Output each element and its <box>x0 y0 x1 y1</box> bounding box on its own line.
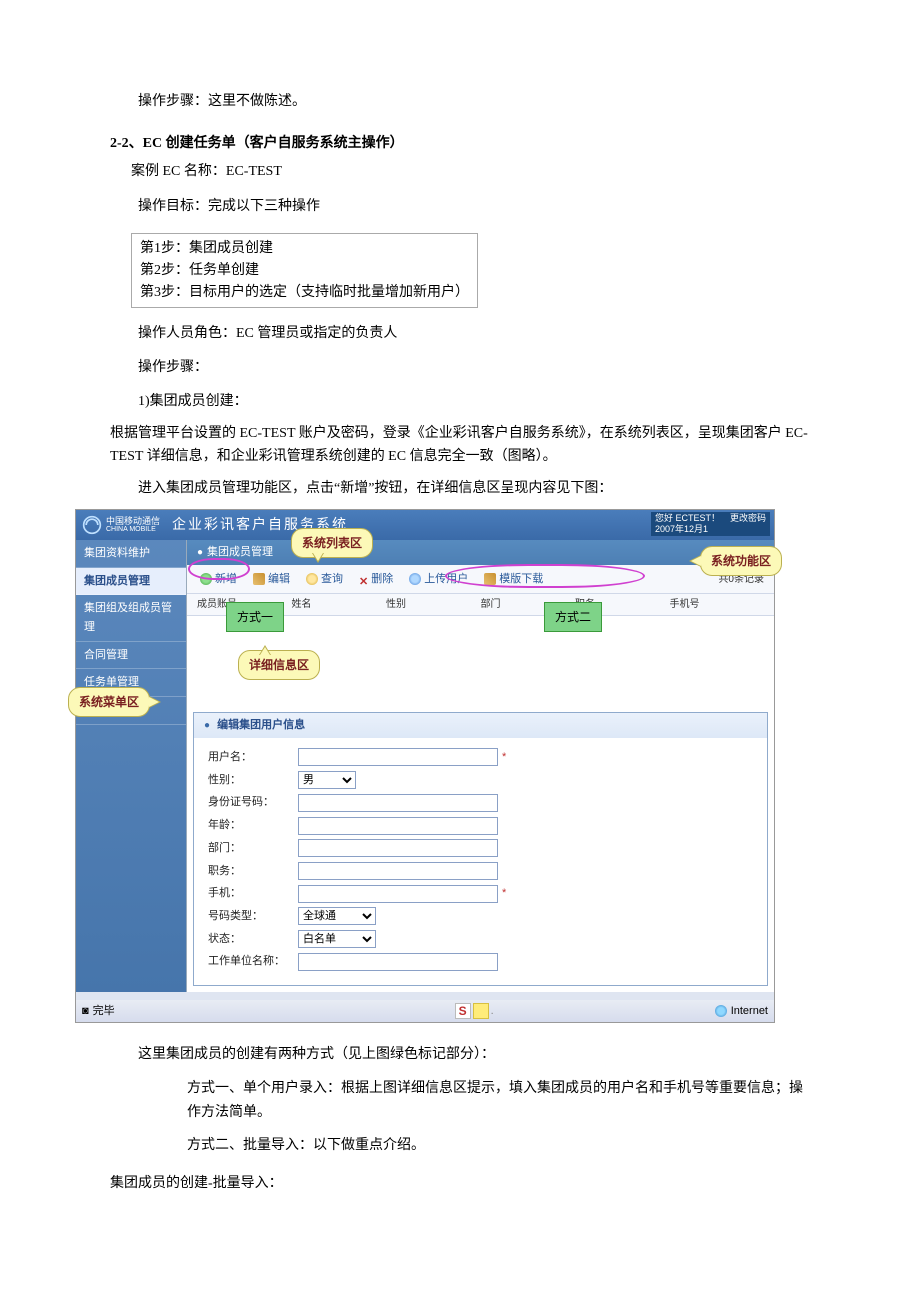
label-username: 用户名： <box>208 748 298 767</box>
china-mobile-logo-icon <box>82 515 102 535</box>
case-line: 案例 EC 名称：EC-TEST <box>110 160 810 184</box>
bullet-icon: ● <box>204 720 210 731</box>
template-download-button[interactable]: 模版下载 <box>481 569 546 590</box>
step-3: 第3步：目标用户的选定（支持临时批量增加新用户） <box>140 282 469 304</box>
label-mobile: 手机： <box>208 884 298 903</box>
label-job: 职务： <box>208 862 298 881</box>
sidebar-item-contract[interactable]: 合同管理 <box>76 642 186 670</box>
paragraph-1: 根据管理平台设置的 EC-TEST 账户及密码，登录《企业彩讯客户自服务系统》，… <box>110 422 810 470</box>
logo: 中国移动通信 CHINA MOBILE <box>76 515 166 535</box>
delete-button[interactable]: ✕删除 <box>356 569 396 590</box>
required-mark: * <box>502 748 506 767</box>
sidebar: 集团资料维护 集团成员管理 集团组及组成员管理 合同管理 任务单管理 统计管理 <box>76 540 186 992</box>
label-status: 状态： <box>208 930 298 949</box>
status-done-icon: ◙ <box>82 1002 89 1021</box>
greenbox-way1: 方式一 <box>226 602 284 632</box>
dept-field[interactable] <box>298 839 498 857</box>
ime-indicator: S . <box>455 1002 494 1021</box>
callout-menu-area: 系统菜单区 <box>68 687 150 717</box>
add-icon <box>200 573 212 585</box>
header-date: 2007年12月1 <box>655 524 708 534</box>
idno-field[interactable] <box>298 794 498 812</box>
col-name: 姓名 <box>292 596 387 613</box>
panel-title-text: 集团成员管理 <box>207 543 273 562</box>
method-2: 方式二、批量导入：以下做重点介绍。 <box>110 1134 810 1158</box>
delete-icon: ✕ <box>359 573 368 585</box>
add-button[interactable]: 新增 <box>197 569 240 590</box>
after-para-2: 集团成员的创建-批量导入： <box>110 1172 810 1196</box>
gender-select[interactable]: 男 <box>298 771 356 789</box>
status-bar: ◙ 完毕 S . Internet <box>76 1000 774 1022</box>
label-dept: 部门： <box>208 839 298 858</box>
step1-label: 1)集团成员创建： <box>110 390 810 414</box>
target-line: 操作目标：完成以下三种操作 <box>110 195 810 219</box>
steps-box: 第1步：集团成员创建 第2步：任务单创建 第3步：目标用户的选定（支持临时批量增… <box>131 233 478 308</box>
bullet-icon: ● <box>197 544 203 561</box>
separator <box>76 992 774 1000</box>
search-button[interactable]: 查询 <box>303 569 346 590</box>
age-field[interactable] <box>298 817 498 835</box>
label-idno: 身份证号码： <box>208 793 298 812</box>
edit-button[interactable]: 编辑 <box>250 569 293 590</box>
upload-user-button[interactable]: 上传用户 <box>406 569 471 590</box>
internet-icon <box>715 1005 727 1017</box>
app-header: 中国移动通信 CHINA MOBILE 企业彩讯客户自服务系统 您好 ECTES… <box>76 510 774 540</box>
upload-icon <box>409 573 421 585</box>
paragraph-2: 进入集团成员管理功能区，点击“新增”按钮，在详细信息区呈现内容见下图： <box>110 477 810 501</box>
change-password-link[interactable]: 更改密码 <box>730 513 766 523</box>
logo-text-en: CHINA MOBILE <box>106 526 160 533</box>
callout-detail-area: 详细信息区 <box>238 650 320 680</box>
sogou-s-icon: S <box>455 1003 471 1019</box>
label-age: 年龄： <box>208 816 298 835</box>
after-para-1: 这里集团成员的创建有两种方式（见上图绿色标记部分）： <box>110 1043 810 1067</box>
company-field[interactable] <box>298 953 498 971</box>
logo-text-cn: 中国移动通信 <box>106 517 160 526</box>
download-icon <box>484 573 496 585</box>
zone-internet: Internet <box>715 1002 768 1021</box>
col-mobile: 手机号 <box>670 596 765 613</box>
sogou-q-icon <box>473 1003 489 1019</box>
section-title: 2-2、EC 创建任务单（客户自服务系统主操作） <box>110 132 810 156</box>
ops-label: 操作步骤： <box>110 356 810 380</box>
job-field[interactable] <box>298 862 498 880</box>
form-panel: ● 编辑集团用户信息 用户名： * 性别：男 身份证号码： 年龄： 部门： 职务：… <box>193 712 768 986</box>
search-icon <box>306 573 318 585</box>
callout-func-area: 系统功能区 <box>700 546 782 576</box>
numtype-select[interactable]: 全球通 <box>298 907 376 925</box>
text-line: 操作步骤：这里不做陈述。 <box>110 90 810 114</box>
mobile-field[interactable] <box>298 885 498 903</box>
greeting-text: 您好 ECTEST！ <box>655 513 720 523</box>
header-right-box: 您好 ECTEST！ 更改密码 2007年12月1 <box>651 512 770 536</box>
label-gender: 性别： <box>208 771 298 790</box>
username-field[interactable] <box>298 748 498 766</box>
form-title: ● 编辑集团用户信息 <box>194 713 767 738</box>
status-select[interactable]: 白名单 <box>298 930 376 948</box>
greenbox-way2: 方式二 <box>544 602 602 632</box>
role-line: 操作人员角色：EC 管理员或指定的负责人 <box>110 322 810 346</box>
status-done: 完毕 <box>93 1002 115 1021</box>
edit-icon <box>253 573 265 585</box>
method-1: 方式一、单个用户录入：根据上图详细信息区提示，填入集团成员的用户名和手机号等重要… <box>110 1077 810 1125</box>
toolbar: 新增 编辑 查询 ✕删除 上传用户 模版下载 共0条记录 <box>187 565 774 595</box>
callout-list-area: 系统列表区 <box>291 528 373 558</box>
label-numtype: 号码类型： <box>208 907 298 926</box>
step-1: 第1步：集团成员创建 <box>140 238 469 260</box>
sidebar-item-groups[interactable]: 集团组及组成员管理 <box>76 595 186 641</box>
label-company: 工作单位名称： <box>208 952 298 971</box>
col-gender: 性别 <box>386 596 481 613</box>
sidebar-item-profile[interactable]: 集团资料维护 <box>76 540 186 568</box>
sidebar-item-members[interactable]: 集团成员管理 <box>76 568 186 596</box>
step-2: 第2步：任务单创建 <box>140 260 469 282</box>
screenshot: 中国移动通信 CHINA MOBILE 企业彩讯客户自服务系统 您好 ECTES… <box>75 509 775 1023</box>
required-mark: * <box>502 884 506 903</box>
